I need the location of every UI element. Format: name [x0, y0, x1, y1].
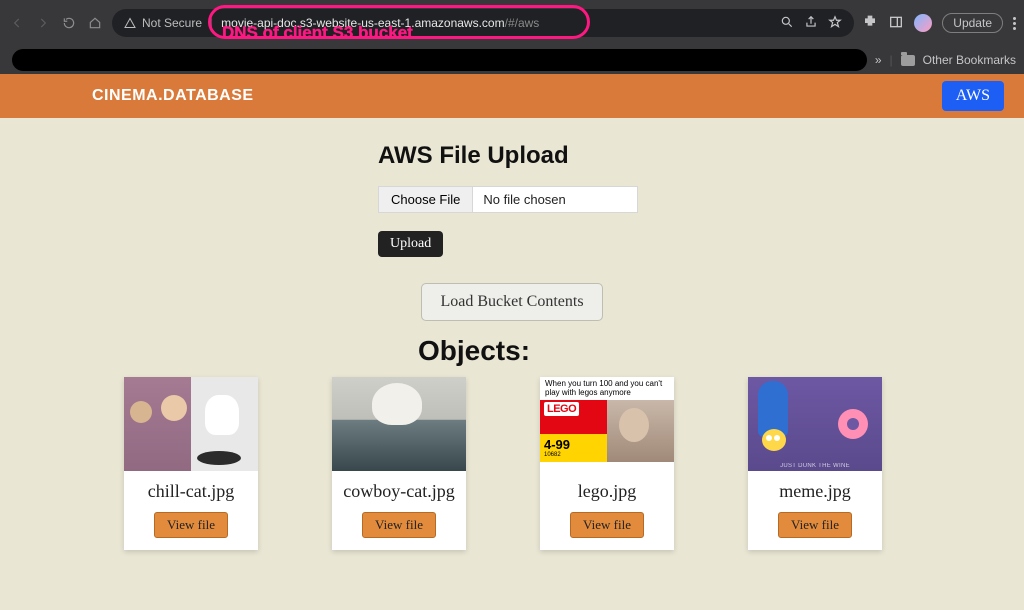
thumbnail-image: When you turn 100 and you can't play wit…: [540, 377, 674, 471]
url-host: movie-api-doc.s3-website-us-east-1.amazo…: [221, 16, 504, 30]
bookmark-star-icon[interactable]: [828, 15, 842, 32]
address-bar[interactable]: Not Secure | movie-api-doc.s3-website-us…: [112, 9, 854, 37]
update-label: Update: [953, 16, 992, 30]
share-icon[interactable]: [804, 15, 818, 32]
url-path: /#/aws: [505, 16, 540, 30]
extensions-icon[interactable]: [862, 14, 878, 33]
file-input[interactable]: Choose File No file chosen: [378, 186, 638, 213]
url-text: movie-api-doc.s3-website-us-east-1.amazo…: [221, 16, 539, 30]
objects-heading: Objects:: [418, 335, 1024, 367]
view-file-button[interactable]: View file: [362, 512, 436, 538]
security-label: Not Secure: [142, 16, 202, 30]
object-card: JUST DUNK THE WINE meme.jpg View file: [748, 377, 882, 550]
load-bucket-button[interactable]: Load Bucket Contents: [421, 283, 602, 321]
view-file-button[interactable]: View file: [570, 512, 644, 538]
meme-caption: When you turn 100 and you can't play wit…: [540, 377, 674, 400]
view-file-button[interactable]: View file: [154, 512, 228, 538]
redacted-bookmarks-region: [12, 49, 867, 71]
profile-avatar[interactable]: [914, 14, 932, 32]
upload-button[interactable]: Upload: [378, 231, 443, 257]
lego-age-range: 4-9910682: [544, 437, 570, 458]
other-bookmarks-label[interactable]: Other Bookmarks: [923, 53, 1016, 67]
menu-icon[interactable]: [1013, 17, 1016, 30]
page-content: AWS File Upload Choose File No file chos…: [0, 118, 1024, 550]
thumbnail-image: JUST DUNK THE WINE: [748, 377, 882, 471]
forward-button[interactable]: [34, 14, 52, 32]
lego-logo: LEGO: [544, 402, 579, 416]
object-card: chill-cat.jpg View file: [124, 377, 258, 550]
object-filename: cowboy-cat.jpg: [338, 481, 460, 502]
lego-set-number: 10682: [544, 452, 570, 458]
thumbnail-image: [124, 377, 258, 471]
object-card: cowboy-cat.jpg View file: [332, 377, 466, 550]
reload-button[interactable]: [60, 14, 78, 32]
view-file-button[interactable]: View file: [778, 512, 852, 538]
folder-icon[interactable]: [901, 55, 915, 66]
app-header: CINEMA.DATABASE AWS: [0, 74, 1024, 118]
object-filename: meme.jpg: [754, 481, 876, 502]
back-button[interactable]: [8, 14, 26, 32]
choose-file-button[interactable]: Choose File: [379, 187, 473, 212]
file-chosen-status: No file chosen: [473, 187, 575, 212]
bookmarks-overflow-icon[interactable]: »: [875, 53, 882, 67]
browser-toolbar: Not Secure | movie-api-doc.s3-website-us…: [0, 0, 1024, 46]
lego-age-text: 4-99: [544, 437, 570, 452]
aws-nav-button[interactable]: AWS: [942, 81, 1004, 111]
objects-grid: chill-cat.jpg View file cowboy-cat.jpg V…: [0, 377, 1024, 550]
home-button[interactable]: [86, 14, 104, 32]
search-icon[interactable]: [780, 15, 794, 32]
page-title: AWS File Upload: [378, 142, 658, 170]
bookmarks-bar: » | Other Bookmarks: [0, 46, 1024, 74]
object-filename: lego.jpg: [546, 481, 668, 502]
brand-title: CINEMA.DATABASE: [92, 87, 254, 105]
panel-icon[interactable]: [888, 14, 904, 33]
object-card: When you turn 100 and you can't play wit…: [540, 377, 674, 550]
security-indicator[interactable]: Not Secure: [124, 16, 202, 30]
thumbnail-image: [332, 377, 466, 471]
update-button[interactable]: Update: [942, 13, 1003, 33]
object-filename: chill-cat.jpg: [130, 481, 252, 502]
